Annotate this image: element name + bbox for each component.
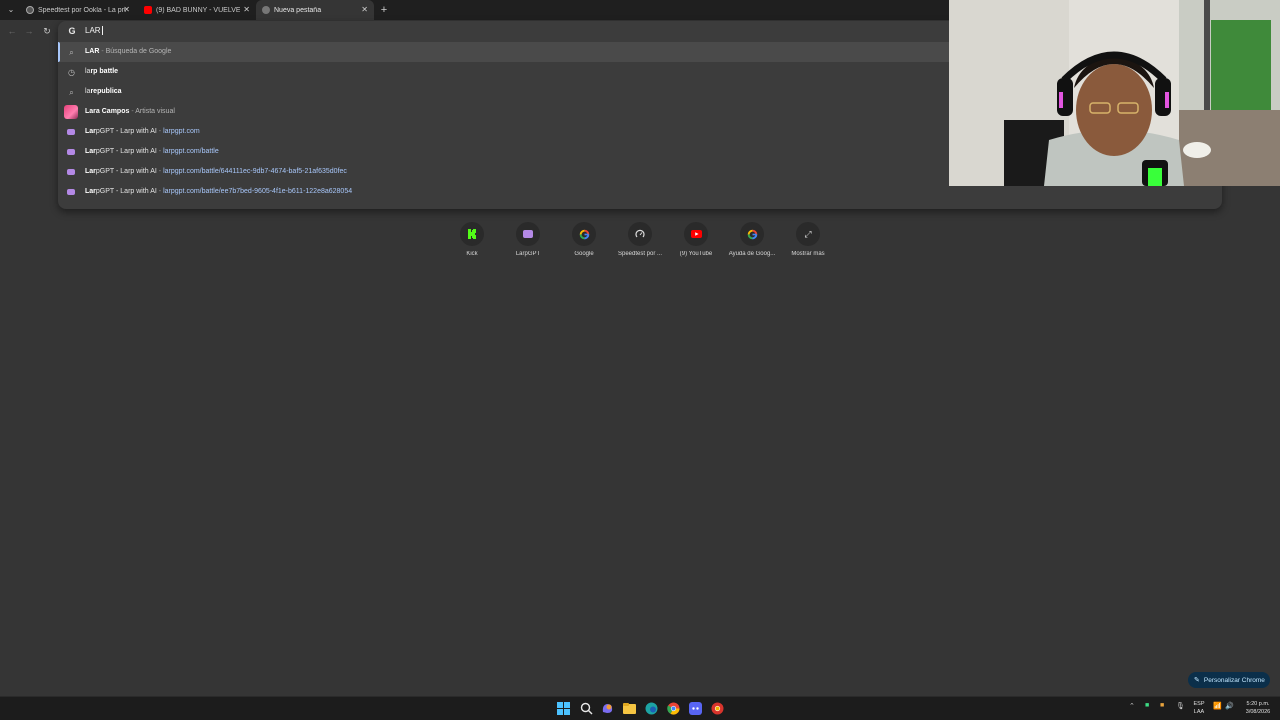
search-icon: ⌕ <box>69 88 74 97</box>
shortcut-speedtest[interactable]: Speedtest por ... <box>612 220 668 266</box>
shortcut-label: (9) YouTube <box>679 251 713 257</box>
webcam-overlay <box>949 0 1280 186</box>
suggestion-text: pGPT - Larp with AI <box>95 148 157 155</box>
suggestion-match: Lar <box>85 128 96 135</box>
tab-title: Speedtest por Ookla - La prueba <box>38 6 126 14</box>
shortcut-label: Ayuda de Goog... <box>728 251 776 257</box>
youtube-icon <box>144 6 152 14</box>
shortcut-google[interactable]: Google <box>556 220 612 266</box>
google-icon <box>572 222 596 246</box>
chrome-canary-icon[interactable] <box>711 702 724 715</box>
shortcut-label: Mostrar más <box>791 251 825 257</box>
wifi-icon[interactable]: 📶 <box>1213 702 1222 710</box>
tray-app-icon[interactable]: ■ <box>1145 702 1149 709</box>
time-text: 5:20 p.m. <box>1246 701 1270 707</box>
shortcut-label: Google <box>574 251 594 257</box>
shortcut-label: Kick <box>466 251 478 257</box>
chevron-up-icon[interactable]: ⌃ <box>1129 702 1135 710</box>
larpgpt-icon <box>516 222 540 246</box>
edge-icon[interactable] <box>645 702 658 715</box>
suggestion-match: Lar <box>85 188 96 195</box>
tray-app-icon[interactable]: ■ <box>1160 702 1164 709</box>
suggestion-match: Lar <box>85 148 96 155</box>
suggestion-match: Lar <box>85 108 96 115</box>
suggestion-text: rp battle <box>90 68 119 75</box>
microphone-icon[interactable]: 🎙 <box>1176 702 1185 710</box>
shortcut-label: Speedtest por ... <box>617 251 663 257</box>
customize-label: Personalizar Chrome <box>1203 676 1265 684</box>
chrome-icon[interactable] <box>667 702 680 715</box>
suggestion-url: larpgpt.com/battle <box>163 148 219 155</box>
lang-code: ESP <box>1193 701 1205 707</box>
speedtest-icon <box>26 6 34 14</box>
close-icon[interactable]: ✕ <box>243 5 250 15</box>
suggestion-url: larpgpt.com/battle/ee7b7bed-9605-4f1e-b6… <box>163 188 353 195</box>
youtube-icon <box>684 222 708 246</box>
address-input[interactable]: LAR <box>85 26 103 36</box>
suggestion-url: larpgpt.com <box>163 128 200 135</box>
show-more-button[interactable]: ⤢ Mostrar más <box>780 220 836 266</box>
clock[interactable]: 5:20 p.m. 3/08/2026 <box>1238 700 1278 716</box>
search-icon[interactable] <box>580 702 593 715</box>
forward-icon[interactable]: → <box>23 25 35 37</box>
suggestion-text: pGPT - Larp with AI <box>95 168 157 175</box>
reload-icon[interactable]: ↻ <box>41 25 53 37</box>
tab-search-button[interactable]: ⌄ <box>4 3 18 17</box>
suggestion-text: pGPT - Larp with AI <box>95 128 157 135</box>
date-text: 3/08/2026 <box>1245 709 1271 715</box>
larpgpt-icon <box>67 169 75 175</box>
language-indicator[interactable]: ESP LAA <box>1192 700 1206 716</box>
customize-chrome-button[interactable]: ✎ Personalizar Chrome <box>1188 672 1270 688</box>
suggestion-match: LAR <box>85 48 100 55</box>
tab-title: (9) BAD BUNNY - VUELVE CANDY <box>156 6 240 14</box>
larpgpt-icon <box>67 129 75 135</box>
tab-new-tab[interactable]: Nueva pestaña ✕ <box>256 0 374 20</box>
suggestion-url: larpgpt.com/battle/644111ec-9db7-4674-ba… <box>163 168 347 175</box>
tab-speedtest[interactable]: Speedtest por Ookla - La prueba ✕ <box>20 0 136 20</box>
suggestion-text: republica <box>90 88 122 95</box>
shortcut-label: LarpGPT <box>515 251 541 257</box>
tab-youtube[interactable]: (9) BAD BUNNY - VUELVE CANDY ✕ <box>138 0 256 20</box>
shortcut-google-help[interactable]: Ayuda de Goog... <box>724 220 780 266</box>
suggestion-desc: Búsqueda de Google <box>105 48 172 55</box>
windows-taskbar: ⌃ ■ ■ 🎙 ESP LAA 📶 🔊 5:20 p.m. 3/08/2026 <box>0 696 1280 720</box>
discord-icon[interactable] <box>689 702 702 715</box>
copilot-icon[interactable] <box>601 702 614 715</box>
google-icon: G <box>68 26 76 36</box>
history-icon: ◷ <box>68 68 75 77</box>
suggestion-match: Lar <box>85 168 96 175</box>
avatar-icon <box>64 105 78 119</box>
lang-layout: LAA <box>1193 709 1205 715</box>
volume-icon[interactable]: 🔊 <box>1225 702 1234 710</box>
suggestion-text: pGPT - Larp with AI <box>95 188 157 195</box>
suggestion-desc: Artista visual <box>135 108 175 115</box>
google-icon <box>740 222 764 246</box>
chrome-icon <box>262 6 270 14</box>
expand-icon: ⤢ <box>796 222 820 246</box>
windows-start-icon[interactable] <box>557 702 570 715</box>
close-icon[interactable]: ✕ <box>361 5 368 15</box>
tab-title: Nueva pestaña <box>274 6 322 14</box>
folder-icon[interactable] <box>623 702 636 715</box>
kick-icon <box>460 222 484 246</box>
webcam-image <box>949 0 1280 186</box>
new-tab-button[interactable]: + <box>378 3 390 17</box>
search-icon: ⌕ <box>69 48 74 57</box>
shortcut-youtube[interactable]: (9) YouTube <box>668 220 724 266</box>
pencil-icon: ✎ <box>1194 677 1200 684</box>
shortcut-kick[interactable]: Kick <box>444 220 500 266</box>
larpgpt-icon <box>67 189 75 195</box>
shortcut-larpgpt[interactable]: LarpGPT <box>500 220 556 266</box>
close-icon[interactable]: ✕ <box>123 5 130 15</box>
suggestion-text: a Campos <box>95 108 130 115</box>
back-icon[interactable]: ← <box>6 25 18 37</box>
speedtest-icon <box>628 222 652 246</box>
larpgpt-icon <box>67 149 75 155</box>
